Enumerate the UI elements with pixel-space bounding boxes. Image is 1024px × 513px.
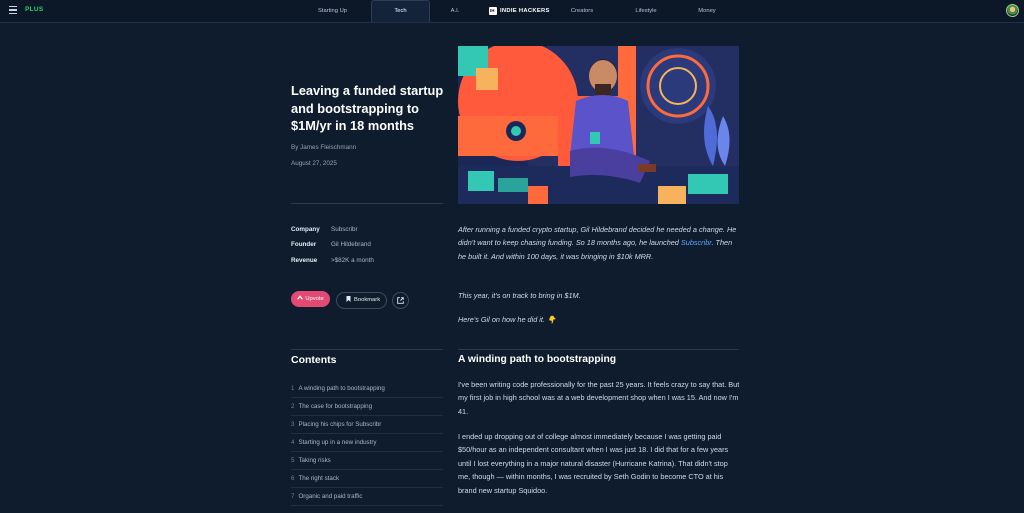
fact-value-revenue: >$82K a month [331,257,374,264]
toc-item-number: 2 [291,403,295,410]
plus-badge[interactable]: PLUS [25,6,44,13]
toc-item[interactable]: 5 Taking risks [291,452,443,470]
toc-item-label: Organic and paid traffic [298,493,363,500]
fact-value-founder: Gil Hildebrand [331,241,371,248]
toc-item-label: Starting up in a new industry [298,439,377,446]
toc-item-label: Placing his chips for Subscribr [298,421,382,428]
external-link-icon [397,297,404,304]
hero-artwork [458,46,739,204]
toc-item-label: The right stack [298,475,340,482]
tab-starting-up[interactable]: Starting Up [305,0,360,22]
toc-item-number: 6 [291,475,295,482]
menu-icon[interactable] [9,6,17,14]
bookmark-label: Bookmark [354,297,381,303]
fact-value-company[interactable]: Subscribr [331,226,358,233]
hero-illustration [458,46,739,204]
subscribr-link[interactable]: Subscribr [681,238,712,247]
toc-item-label: A winding path to bootstrapping [298,385,385,392]
top-nav: PLUS Starting Up Tech A.I. INDIE HACKERS… [0,0,1024,23]
bookmark-icon [346,295,351,302]
intro-paragraph-2: This year, it's on track to bring in $1M… [458,291,581,300]
toc-item[interactable]: 4 Starting up in a new industry [291,434,443,452]
tab-creators[interactable]: Creators [563,0,601,22]
user-avatar[interactable] [1006,4,1019,17]
intro-paragraph: After running a funded crypto startup, G… [458,223,740,263]
toc-item[interactable]: 3 Placing his chips for Subscribr [291,416,443,434]
indie-hackers-logo-icon[interactable] [489,7,497,15]
fact-label-revenue: Revenue [291,257,318,264]
toc-item-label: Taking risks [298,457,331,464]
divider [291,203,443,204]
article-byline[interactable]: By James Fleischmann [291,144,356,151]
intro-paragraph-3: Here's Gil on how he did it. 👇 [458,315,557,324]
tab-tech[interactable]: Tech [371,0,430,22]
share-button[interactable] [392,292,409,309]
article-date: August 27, 2025 [291,160,337,167]
body-paragraph-2: I ended up dropping out of college almos… [458,432,729,495]
tab-ai[interactable]: A.I. [441,0,469,22]
arrow-up-icon [297,294,304,300]
toc-item[interactable]: 1A winding path to bootstrapping [291,380,443,398]
body-paragraph-1: I've been writing code professionally fo… [458,380,740,416]
toc-item-number: 1 [291,385,295,392]
bookmark-button[interactable]: Bookmark [336,292,387,309]
toc-item-number: 5 [291,457,295,464]
indie-hackers-home-link[interactable]: INDIE HACKERS [500,0,550,23]
toc-item[interactable]: 7 Organic and paid traffic [291,488,443,506]
upvote-button[interactable]: Upvote [291,291,330,307]
fact-label-founder: Founder [291,241,317,248]
fact-label-company: Company [291,226,320,233]
toc-item-number: 4 [291,439,295,446]
toc-item-number: 7 [291,493,295,500]
toc-item[interactable]: 2 The case for bootstrapping [291,398,443,416]
divider [291,349,443,350]
toc-item-number: 3 [291,421,295,428]
article-title: Leaving a funded startup and bootstrappi… [291,83,444,133]
tab-lifestyle[interactable]: Lifestyle [626,0,666,22]
tab-money[interactable]: Money [692,0,722,22]
contents-title: Contents [291,354,337,366]
upvote-label: Upvote [305,296,324,302]
section-heading: A winding path to bootstrapping [458,354,617,365]
toc-item-label: The case for bootstrapping [298,403,373,410]
toc-item[interactable]: 6 The right stack [291,470,443,488]
divider [458,349,739,350]
